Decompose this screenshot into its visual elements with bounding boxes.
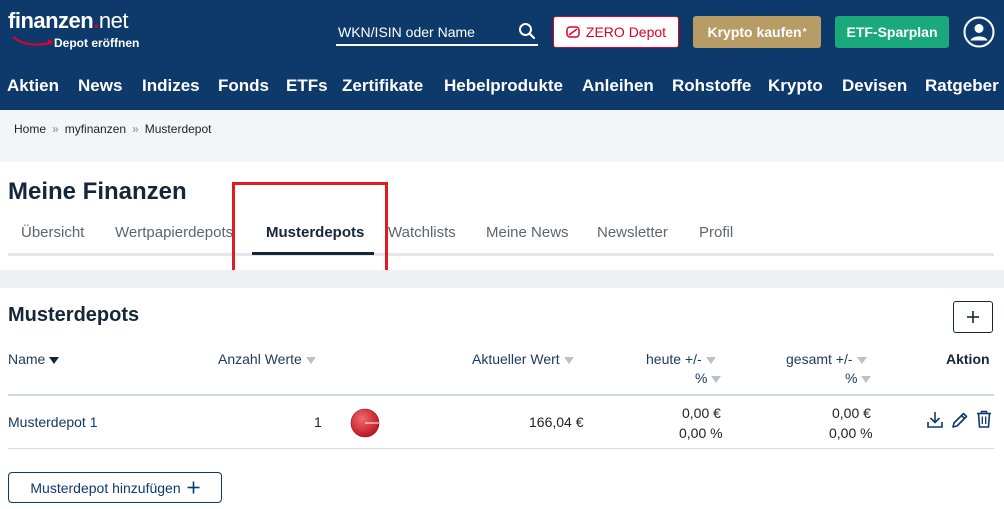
column-header-wert-label: Aktueller Wert (472, 351, 560, 367)
depot-aktueller-wert: 166,04 € (529, 414, 584, 430)
nav-news[interactable]: News (78, 76, 122, 96)
active-tab-indicator (252, 252, 374, 255)
sort-icon (705, 356, 716, 364)
krypto-footnote-mark: * (802, 26, 807, 38)
user-account-icon[interactable] (963, 16, 995, 48)
breadcrumb-home[interactable]: Home (14, 122, 46, 136)
search-box (336, 18, 538, 46)
nav-rohstoffe[interactable]: Rohstoffe (672, 76, 751, 96)
nav-ratgeber[interactable]: Ratgeber (925, 76, 999, 96)
plus-icon (967, 311, 979, 323)
depot-heute-abs: 0,00 € (682, 405, 721, 421)
sort-icon (861, 375, 872, 383)
breadcrumb-separator-icon: » (132, 122, 139, 136)
nav-aktien[interactable]: Aktien (7, 76, 59, 96)
krypto-kaufen-button[interactable]: Krypto kaufen * (693, 16, 821, 48)
search-icon[interactable] (518, 22, 536, 40)
krypto-kaufen-label: Krypto kaufen (707, 24, 802, 40)
column-header-aktion: Aktion (946, 351, 990, 367)
tab-newsletter[interactable]: Newsletter (597, 224, 668, 241)
etf-sparplan-label: ETF-Sparplan (846, 24, 938, 40)
search-input[interactable] (338, 21, 508, 43)
zero-logo-icon (566, 26, 580, 38)
logo-wordmark: finanzen.net (8, 8, 128, 33)
depot-name-link[interactable]: Musterdepot 1 (8, 414, 98, 430)
nav-etfs[interactable]: ETFs (286, 76, 328, 96)
page-title: Meine Finanzen (8, 178, 187, 205)
musterdepot-hinzufuegen-button[interactable]: Musterdepot hinzufügen (8, 472, 222, 503)
nav-indizes[interactable]: Indizes (142, 76, 200, 96)
tab-wertpapierdepots[interactable]: Wertpapierdepots (115, 224, 233, 241)
column-header-heute-label: heute +/- (646, 351, 702, 367)
logo-swoosh-icon (12, 36, 54, 46)
column-header-heute-pct-label: % (695, 370, 708, 386)
sort-icon (856, 356, 867, 364)
column-header-gesamt-pct-label: % (845, 370, 858, 386)
musterdepot-hinzufuegen-label: Musterdepot hinzufügen (30, 479, 181, 496)
trash-icon[interactable] (974, 409, 994, 429)
sort-desc-icon (49, 356, 60, 364)
sort-icon (305, 356, 316, 364)
breadcrumb-band: Home » myfinanzen » Musterdepot (0, 110, 1004, 162)
column-header-name-label: Name (8, 351, 46, 367)
breadcrumb-separator-icon: » (52, 122, 59, 136)
musterdepots-title: Musterdepots (8, 304, 140, 326)
main-navigation: Aktien News Indizes Fonds ETFs Zertifika… (0, 70, 1004, 102)
nav-anleihen[interactable]: Anleihen (582, 76, 654, 96)
site-logo[interactable]: finanzen.net Depot eröffnen (8, 8, 158, 54)
sort-icon (711, 375, 722, 383)
nav-devisen[interactable]: Devisen (842, 76, 907, 96)
column-header-name[interactable]: Name (8, 351, 60, 367)
sort-icon (563, 356, 574, 364)
musterdepots-section: Musterdepots Name Anzahl Werte Aktueller… (0, 288, 1004, 509)
zero-depot-button[interactable]: ZERO Depot (553, 16, 679, 48)
table-row-divider (8, 448, 994, 449)
etf-sparplan-button[interactable]: ETF-Sparplan (835, 16, 949, 48)
breadcrumb-myfinanzen[interactable]: myfinanzen (65, 122, 126, 136)
column-header-gesamt-label: gesamt +/- (786, 351, 853, 367)
nav-hebelprodukte[interactable]: Hebelprodukte (444, 76, 563, 96)
nav-zertifikate[interactable]: Zertifikate (342, 76, 423, 96)
section-divider (0, 270, 1004, 288)
meine-finanzen-card: Meine Finanzen Übersicht Wertpapierdepot… (0, 162, 1004, 270)
tab-uebersicht[interactable]: Übersicht (21, 224, 84, 241)
breadcrumb: Home » myfinanzen » Musterdepot (14, 122, 211, 136)
depot-gesamt-abs: 0,00 € (832, 405, 871, 421)
depot-heute-pct: 0,00 % (679, 425, 723, 441)
depot-anzahl-werte: 1 (314, 414, 322, 430)
column-header-anzahl[interactable]: Anzahl Werte (218, 351, 316, 367)
nav-fonds[interactable]: Fonds (218, 76, 269, 96)
tab-profil[interactable]: Profil (699, 224, 733, 241)
column-header-wert[interactable]: Aktueller Wert (472, 351, 574, 367)
plus-icon (187, 481, 200, 494)
table-header-divider (8, 394, 994, 396)
depot-eroeffnen-link[interactable]: Depot eröffnen (54, 36, 139, 50)
edit-pencil-icon[interactable] (950, 410, 970, 430)
tab-meine-news[interactable]: Meine News (486, 224, 569, 241)
allocation-pie-icon (350, 408, 380, 438)
column-header-anzahl-label: Anzahl Werte (218, 351, 302, 367)
column-header-gesamt-pct[interactable]: % (845, 370, 872, 386)
tab-watchlists[interactable]: Watchlists (388, 224, 456, 241)
nav-krypto[interactable]: Krypto (768, 76, 823, 96)
tab-musterdepots[interactable]: Musterdepots (266, 224, 364, 241)
zero-depot-label: ZERO Depot (585, 24, 667, 40)
breadcrumb-musterdepot: Musterdepot (144, 122, 212, 136)
depot-gesamt-pct: 0,00 % (829, 425, 873, 441)
add-musterdepot-button[interactable] (953, 301, 993, 333)
site-header: finanzen.net Depot eröffnen ZERO Depot K… (0, 0, 1004, 110)
column-header-heute-pct[interactable]: % (695, 370, 722, 386)
finance-tabs: Übersicht Wertpapierdepots Musterdepots … (8, 224, 994, 256)
download-icon[interactable] (925, 410, 945, 430)
column-header-heute[interactable]: heute +/- (646, 351, 716, 367)
column-header-gesamt[interactable]: gesamt +/- (786, 351, 867, 367)
